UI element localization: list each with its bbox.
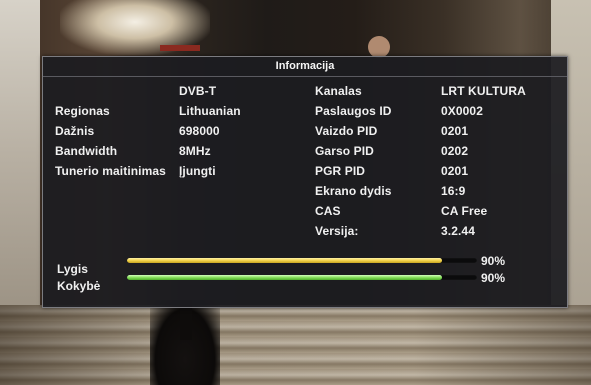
region-label: Regionas [55, 104, 110, 118]
background-person [368, 36, 390, 58]
signal-quality-fill [127, 275, 442, 280]
signal-quality-label: Kokybė [57, 279, 101, 293]
region-value: Lithuanian [179, 104, 241, 118]
background-shade [0, 305, 591, 385]
signal-level-label: Lygis [57, 262, 88, 276]
cas-value: CA Free [441, 204, 488, 218]
audio-pid-value: 0202 [441, 144, 469, 158]
audio-pid-label: Garso PID [315, 144, 374, 158]
signal-level-fill [127, 258, 442, 263]
tuner-power-value: Įjungti [179, 164, 216, 178]
version-label: Versija: [315, 224, 359, 238]
system-value: DVB-T [179, 84, 217, 98]
cas-label: CAS [315, 204, 341, 218]
aspect-ratio-label: Ekrano dydis [315, 184, 392, 198]
service-id-value: 0X0002 [441, 104, 483, 118]
signal-quality-percent: 90% [481, 271, 506, 285]
signal-quality-bar [127, 275, 477, 280]
video-pid-value: 0201 [441, 124, 469, 138]
bandwidth-label: Bandwidth [55, 144, 118, 158]
channel-value: LRT KULTURA [441, 84, 526, 98]
title-divider [43, 76, 567, 77]
channel-label: Kanalas [315, 84, 362, 98]
background-red-object [160, 45, 200, 51]
video-pid-label: Vaizdo PID [315, 124, 378, 138]
signal-level-bar [127, 258, 477, 263]
signal-level-percent: 90% [481, 254, 506, 268]
bandwidth-value: 8MHz [179, 144, 211, 158]
frequency-value: 698000 [179, 124, 220, 138]
frequency-label: Dažnis [55, 124, 95, 138]
aspect-ratio-value: 16:9 [441, 184, 466, 198]
info-panel: Informacija DVB-T Regionas Lithuanian Da… [42, 56, 568, 308]
pcr-pid-value: 0201 [441, 164, 469, 178]
version-value: 3.2.44 [441, 224, 475, 238]
pcr-pid-label: PGR PID [315, 164, 366, 178]
panel-title: Informacija [275, 60, 335, 72]
tuner-power-label: Tunerio maitinimas [55, 164, 166, 178]
service-id-label: Paslaugos ID [315, 104, 392, 118]
